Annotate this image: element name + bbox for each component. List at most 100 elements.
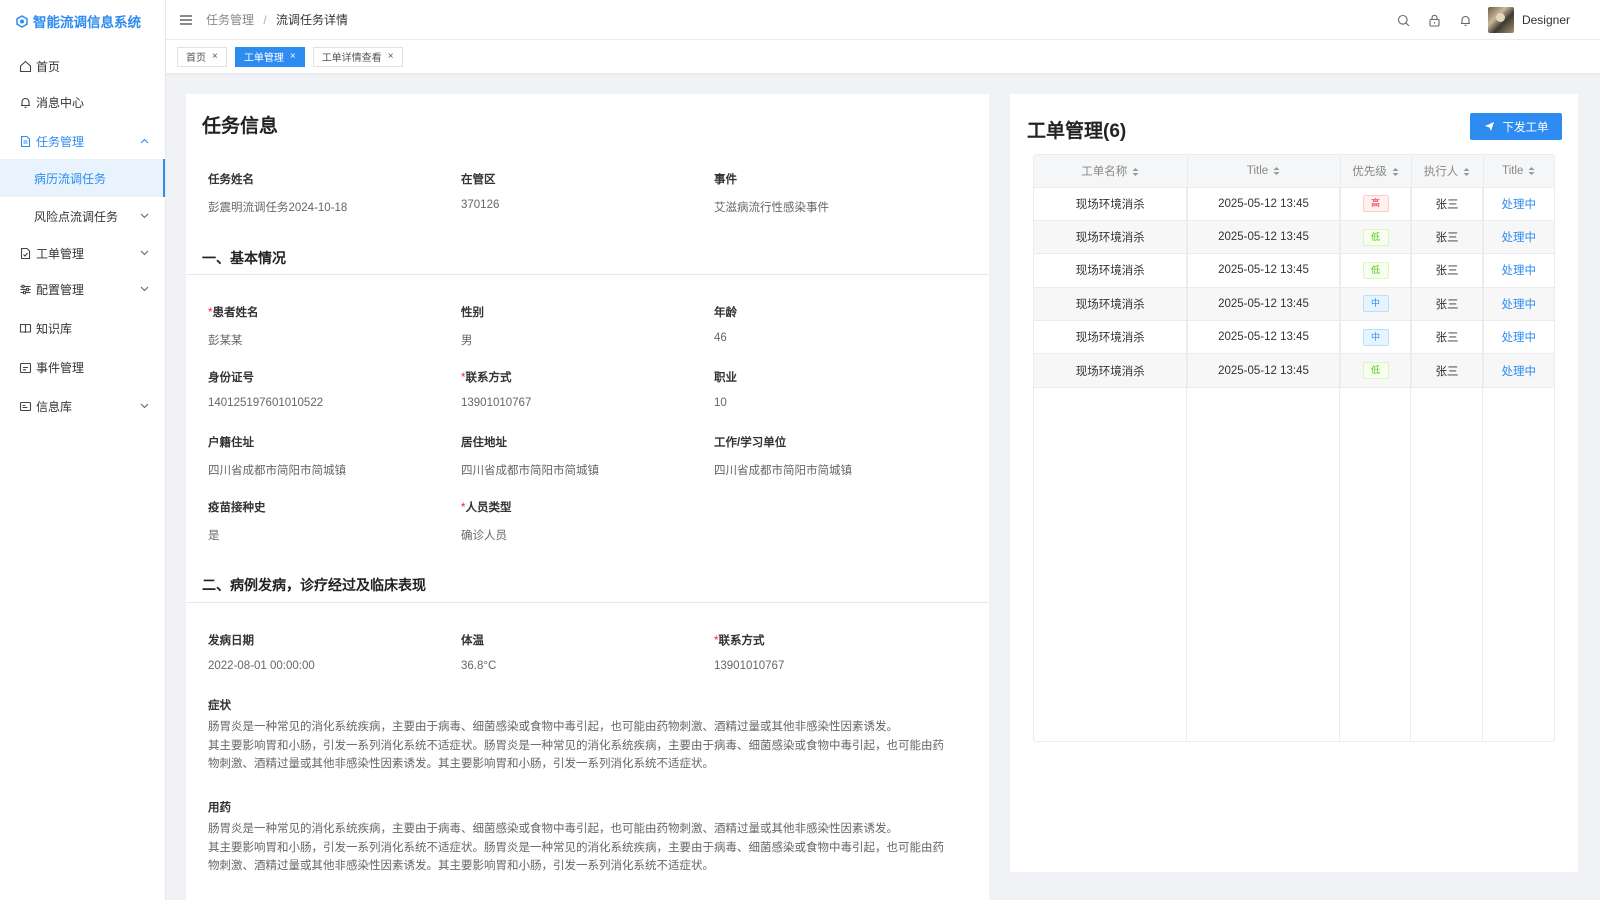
close-icon[interactable]: × (212, 51, 218, 62)
work-orders-panel: 工单管理(6) 下发工单 工单名称 Title 优先级 执行人 Title 现场… (1010, 94, 1578, 872)
field-id-number: 身份证号 140125197601010522 (208, 369, 448, 409)
cell-assignee: 张三 (1411, 287, 1484, 322)
priority-badge: 低 (1362, 261, 1389, 279)
field-value: 140125197601010522 (208, 397, 324, 409)
sidebar-item-events[interactable]: 事件管理 (0, 349, 165, 385)
search-icon[interactable] (1397, 14, 1410, 27)
table-row[interactable]: 现场环境消杀 2025-05-12 13:45 中 张三 处理中 (1034, 287, 1554, 322)
cell-priority: 中 (1340, 287, 1412, 322)
tab-work-orders[interactable]: 工单管理 × (234, 46, 305, 67)
sidebar-item-label: 配置管理 (36, 282, 85, 297)
field-label: 身份证号 (208, 372, 254, 384)
field-label: *患者姓名 (208, 304, 448, 320)
file-check-icon (18, 246, 32, 260)
app-logo[interactable]: 智能流调信息系统 (0, 0, 165, 42)
status-link[interactable]: 处理中 (1502, 232, 1537, 244)
sidebar-item-label: 风险点流调任务 (34, 209, 119, 224)
sidebar-item-label: 信息库 (36, 399, 73, 414)
close-icon[interactable]: × (290, 51, 296, 62)
table-row[interactable]: 现场环境消杀 2025-05-12 13:45 高 张三 处理中 (1034, 187, 1554, 221)
cell-assignee: 张三 (1411, 187, 1484, 221)
field-label: 性别 (461, 307, 484, 319)
field-label: 工作/学习单位 (714, 437, 787, 449)
username[interactable]: Designer (1522, 13, 1570, 27)
symptoms-line: 其主要影响胃和小肠，引发一系列消化系统不适症状。肠胃炎是一种常见的消化系统疾病，… (208, 739, 944, 752)
cell-name: 现场环境消杀 (1034, 320, 1188, 355)
sidebar-item-risk-tracing[interactable]: 风险点流调任务 (0, 197, 165, 235)
sidebar-item-label: 病历流调任务 (34, 171, 107, 186)
field-label: 发病日期 (208, 635, 254, 647)
menu-toggle-icon[interactable] (180, 14, 192, 25)
sidebar-item-case-tracing[interactable]: 病历流调任务 (0, 159, 165, 197)
column-header-priority[interactable]: 优先级 (1340, 155, 1412, 188)
sidebar-item-info-library[interactable]: 信息库 (0, 388, 165, 424)
column-header-time[interactable]: Title (1187, 155, 1341, 188)
breadcrumb-item[interactable]: 任务管理 (206, 13, 254, 27)
tab-work-order-detail[interactable]: 工单详情查看 × (312, 46, 403, 67)
field-label-text: 联系方式 (465, 372, 512, 384)
sort-icon[interactable] (1273, 166, 1280, 176)
chevron-up-icon (139, 136, 149, 146)
home-icon (18, 59, 32, 73)
column-header-name[interactable]: 工单名称 (1034, 155, 1188, 188)
medication-line: 其主要影响胃和小肠，引发一系列消化系统不适症状。肠胃炎是一种常见的消化系统疾病，… (208, 841, 944, 854)
sidebar-item-task-management[interactable]: 任务管理 (0, 123, 165, 159)
close-icon[interactable]: × (388, 51, 394, 62)
field-label: 体温 (461, 635, 484, 647)
status-link[interactable]: 处理中 (1502, 299, 1537, 311)
field-clinical-contact: *联系方式 13901010767 (714, 632, 954, 672)
sidebar-item-knowledge[interactable]: 知识库 (0, 310, 165, 346)
sort-icon[interactable] (1528, 166, 1535, 176)
tab-label: 工单详情查看 (321, 53, 382, 64)
sidebar-item-config[interactable]: 配置管理 (0, 271, 165, 307)
table-row[interactable]: 现场环境消杀 2025-05-12 13:45 低 张三 处理中 (1034, 353, 1554, 388)
field-value: 2022-08-01 00:00:00 (208, 660, 315, 672)
breadcrumb-current: 流调任务详情 (276, 13, 349, 27)
sidebar-item-home[interactable]: 首页 (0, 48, 165, 84)
notification-bell-icon[interactable] (1459, 14, 1472, 27)
status-link[interactable]: 处理中 (1502, 332, 1537, 344)
field-patient-name: *患者姓名 彭某某 (208, 304, 448, 348)
table-header-row: 工单名称 Title 优先级 执行人 Title (1034, 155, 1554, 188)
sidebar-item-messages[interactable]: 消息中心 (0, 84, 165, 120)
table-row[interactable]: 现场环境消杀 2025-05-12 13:45 低 张三 处理中 (1034, 253, 1554, 288)
column-header-assignee[interactable]: 执行人 (1411, 155, 1484, 188)
column-divider (1482, 188, 1483, 741)
cell-time: 2025-05-12 13:45 (1187, 220, 1341, 255)
cell-priority: 中 (1340, 320, 1412, 355)
cell-priority: 低 (1340, 253, 1412, 288)
table-row[interactable]: 现场环境消杀 2025-05-12 13:45 低 张三 处理中 (1034, 220, 1554, 255)
cell-time: 2025-05-12 13:45 (1187, 287, 1341, 322)
cell-name: 现场环境消杀 (1034, 220, 1188, 255)
field-value: 46 (714, 332, 727, 344)
cell-status: 处理中 (1483, 253, 1554, 288)
field-value: 370126 (461, 199, 500, 211)
sort-icon[interactable] (1463, 167, 1470, 177)
sidebar-item-label: 事件管理 (36, 360, 85, 375)
work-orders-title: 工单管理(6) (1027, 121, 1127, 142)
symptoms-text: 肠胃炎是一种常见的消化系统疾病，主要由于病毒、细菌感染或食物中毒引起，也可能由药… (208, 718, 960, 774)
sort-icon[interactable] (1132, 167, 1139, 177)
status-link[interactable]: 处理中 (1502, 265, 1537, 277)
sidebar-item-work-orders[interactable]: 工单管理 (0, 235, 165, 271)
status-link[interactable]: 处理中 (1502, 366, 1537, 378)
lock-icon[interactable] (1428, 14, 1441, 27)
document-icon (18, 134, 32, 148)
avatar[interactable] (1487, 7, 1514, 33)
cell-status: 处理中 (1483, 320, 1554, 355)
column-header-status[interactable]: Title (1483, 155, 1554, 188)
field-value: 四川省成都市简阳市简城镇 (714, 465, 852, 477)
field-vaccination: 疫苗接种史 是 (208, 499, 448, 543)
task-info-panel: 任务信息 任务姓名 彭震明流调任务2024-10-18 在管区 370126 事… (186, 94, 989, 900)
field-label: 任务姓名 (208, 174, 254, 186)
field-age: 年龄 46 (714, 304, 954, 344)
divider (186, 274, 989, 275)
issue-button-label: 下发工单 (1502, 121, 1549, 134)
table-row[interactable]: 现场环境消杀 2025-05-12 13:45 中 张三 处理中 (1034, 320, 1554, 355)
status-link[interactable]: 处理中 (1502, 199, 1537, 211)
column-divider (1339, 188, 1340, 741)
tab-home[interactable]: 首页 × (177, 46, 227, 67)
sort-icon[interactable] (1392, 167, 1399, 177)
issue-work-order-button[interactable]: 下发工单 (1470, 113, 1562, 140)
column-divider (1410, 188, 1411, 741)
